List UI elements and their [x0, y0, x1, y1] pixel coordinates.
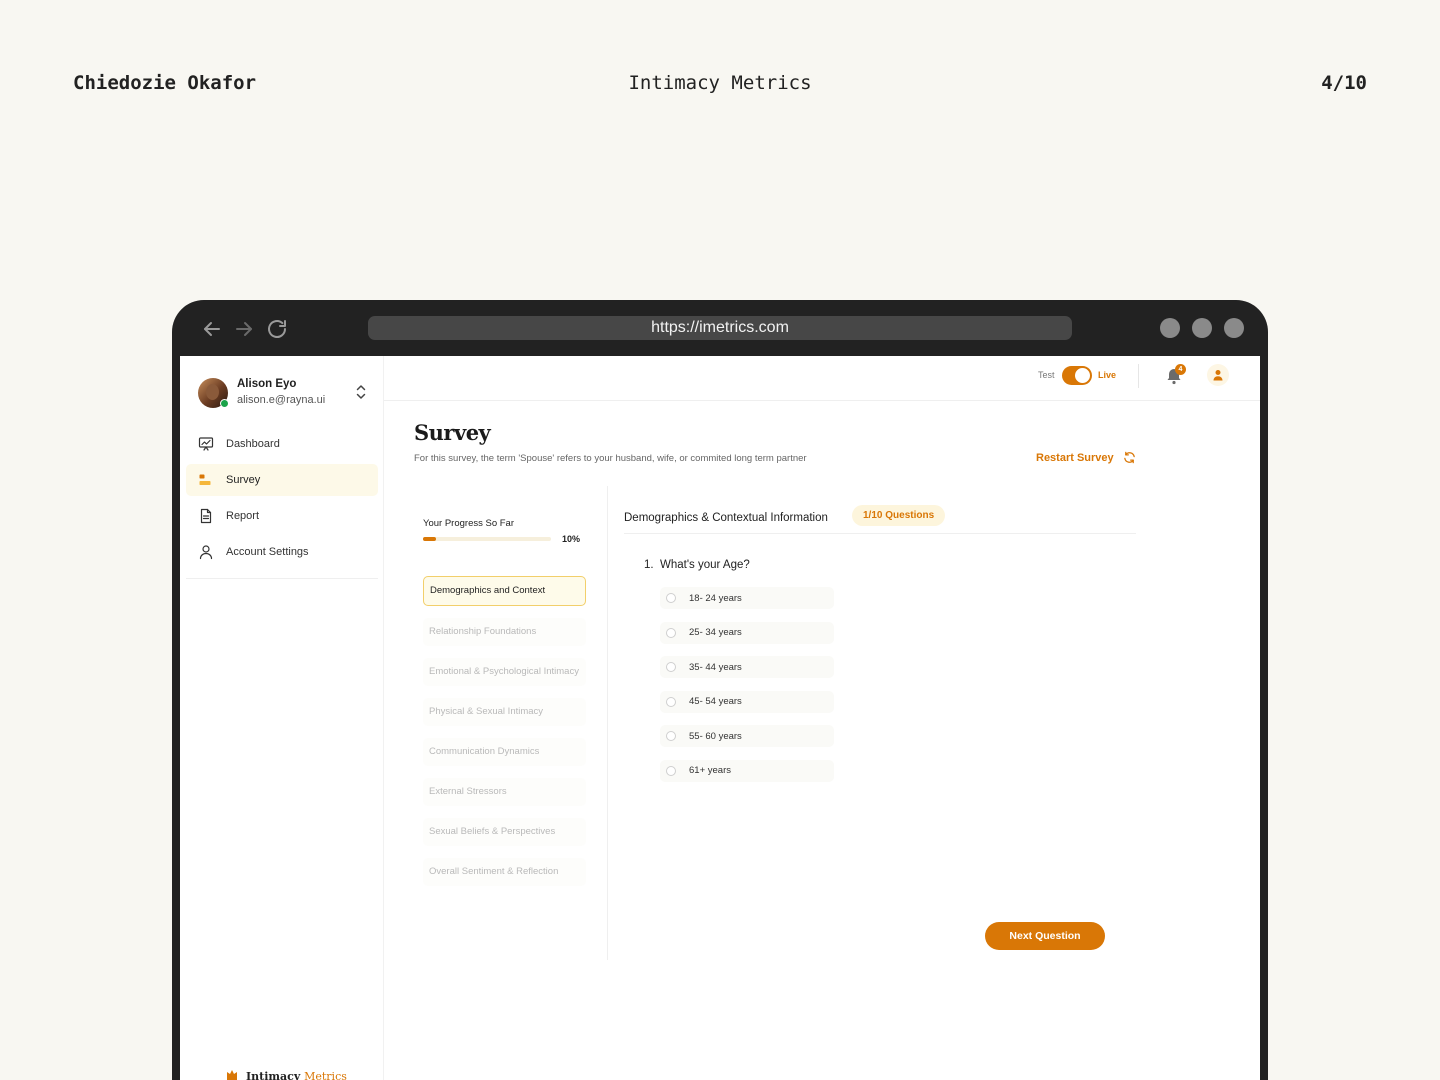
window-control-dot[interactable]: [1224, 318, 1244, 338]
logo-mark-icon: [227, 1070, 237, 1080]
sidebar-item-label: Report: [226, 510, 260, 522]
brand-name: Intimacy: [246, 1069, 301, 1080]
option-label: 55- 60 years: [689, 730, 742, 742]
brand-logo: Intimacy Metrics: [224, 1068, 347, 1080]
answer-option[interactable]: 45- 54 years: [660, 690, 834, 713]
option-label: 18- 24 years: [689, 592, 742, 604]
profile-button[interactable]: [1207, 364, 1229, 386]
sidebar: Alison Eyo alison.e@rayna.ui Dashboard S…: [180, 356, 384, 1080]
top-bar: Test Live 4: [384, 356, 1260, 401]
section-item-emotional-intimacy[interactable]: Emotional & Psychological Intimacy: [423, 658, 586, 686]
presentation-title: Intimacy Metrics: [628, 72, 812, 94]
answer-options: 18- 24 years 25- 34 years 35- 44 years 4…: [660, 587, 834, 794]
section-item-relationship-foundations[interactable]: Relationship Foundations: [423, 618, 586, 646]
window-control-dot[interactable]: [1192, 318, 1212, 338]
option-label: 25- 34 years: [689, 627, 742, 638]
progress-bar: [423, 537, 551, 541]
radio-button[interactable]: [666, 662, 676, 672]
sidebar-item-account-settings[interactable]: Account Settings: [186, 536, 378, 568]
section-item-external-stressors[interactable]: External Stressors: [423, 778, 586, 806]
radio-button[interactable]: [666, 627, 676, 638]
back-arrow-icon[interactable]: [200, 317, 224, 341]
user-email: alison.e@rayna.ui: [237, 394, 326, 406]
radio-button[interactable]: [666, 593, 676, 603]
answer-option[interactable]: 35- 44 years: [660, 656, 834, 678]
next-question-button[interactable]: Next Question: [985, 922, 1105, 950]
sidebar-nav: Dashboard Survey Report Account Settings: [186, 428, 378, 572]
brand-accent: Metrics: [304, 1069, 347, 1080]
address-bar[interactable]: https://imetrics.com: [368, 316, 1072, 340]
user-icon: [198, 544, 214, 560]
answer-option[interactable]: 25- 34 years: [660, 621, 834, 644]
question-panel: Demographics & Contextual Information 1/…: [624, 486, 1136, 960]
presentation-chart-icon: [198, 436, 214, 452]
page-title: Survey: [414, 420, 491, 445]
progress-percent: 10%: [562, 534, 581, 544]
answer-option[interactable]: 18- 24 years: [660, 587, 834, 609]
section-item-overall-sentiment[interactable]: Overall Sentiment & Reflection: [423, 858, 586, 886]
section-item-physical-intimacy[interactable]: Physical & Sexual Intimacy: [423, 698, 586, 726]
window-control-dot[interactable]: [1160, 318, 1180, 338]
mode-test-label: Test: [1038, 370, 1055, 380]
mode-live-label: Live: [1098, 370, 1117, 380]
sidebar-item-report[interactable]: Report: [186, 500, 378, 532]
page-subtitle: For this survey, the term 'Spouse' refer…: [414, 453, 807, 464]
restart-survey-button[interactable]: Restart Survey: [1036, 451, 1136, 464]
user-switcher[interactable]: Alison Eyo alison.e@rayna.ui: [198, 378, 374, 410]
answer-option[interactable]: 61+ years: [660, 759, 834, 782]
document-icon: [198, 508, 214, 524]
notification-badge: 4: [1175, 364, 1186, 375]
restart-survey-label: Restart Survey: [1036, 451, 1114, 464]
browser-window: https://imetrics.com Alison Eyo alison.e…: [172, 300, 1268, 1080]
presentation-page-number: 4/10: [1321, 72, 1367, 94]
refresh-icon: [1123, 451, 1135, 464]
reload-icon[interactable]: [265, 317, 289, 341]
radio-button[interactable]: [666, 731, 676, 741]
chevron-up-down-icon[interactable]: [354, 383, 368, 401]
section-header: Demographics & Contextual Information 1/…: [624, 496, 1136, 534]
radio-button[interactable]: [666, 765, 676, 776]
section-item-sexual-beliefs[interactable]: Sexual Beliefs & Perspectives: [423, 818, 586, 846]
section-item-communication[interactable]: Communication Dynamics: [423, 738, 586, 766]
app-screen: Alison Eyo alison.e@rayna.ui Dashboard S…: [180, 356, 1260, 1080]
option-label: 61+ years: [689, 765, 731, 776]
question-text: 1. What's your Age?: [644, 559, 750, 571]
progress-panel: Your Progress So Far 10% Demographics an…: [414, 486, 608, 960]
question-label: What's your Age?: [659, 559, 750, 571]
sidebar-item-dashboard[interactable]: Dashboard: [186, 428, 378, 460]
sidebar-divider: [186, 578, 378, 579]
section-item-demographics[interactable]: Demographics and Context: [423, 576, 586, 606]
progress-label: Your Progress So Far: [423, 518, 514, 529]
question-count-badge: 1/10 Questions: [852, 505, 946, 526]
radio-button[interactable]: [666, 696, 676, 707]
online-status-dot: [220, 399, 229, 408]
survey-bars-icon: [198, 472, 214, 488]
question-number: 1.: [644, 559, 654, 571]
sidebar-item-survey[interactable]: Survey: [186, 464, 378, 496]
option-label: 35- 44 years: [689, 661, 742, 673]
sidebar-item-label: Account Settings: [226, 546, 309, 558]
topbar-divider: [1138, 364, 1139, 388]
user-icon: [1213, 370, 1223, 381]
sidebar-item-label: Survey: [226, 474, 261, 486]
section-name: Demographics & Contextual Information: [624, 512, 828, 524]
answer-option[interactable]: 55- 60 years: [660, 725, 834, 747]
section-list: Demographics and Context Relationship Fo…: [423, 576, 587, 898]
mode-toggle[interactable]: [1062, 366, 1092, 385]
sidebar-item-label: Dashboard: [226, 438, 280, 450]
forward-arrow-icon[interactable]: [232, 317, 256, 341]
user-name: Alison Eyo: [237, 378, 297, 390]
progress-bar-fill: [423, 537, 436, 541]
option-label: 45- 54 years: [689, 696, 742, 707]
toggle-knob: [1075, 368, 1090, 383]
